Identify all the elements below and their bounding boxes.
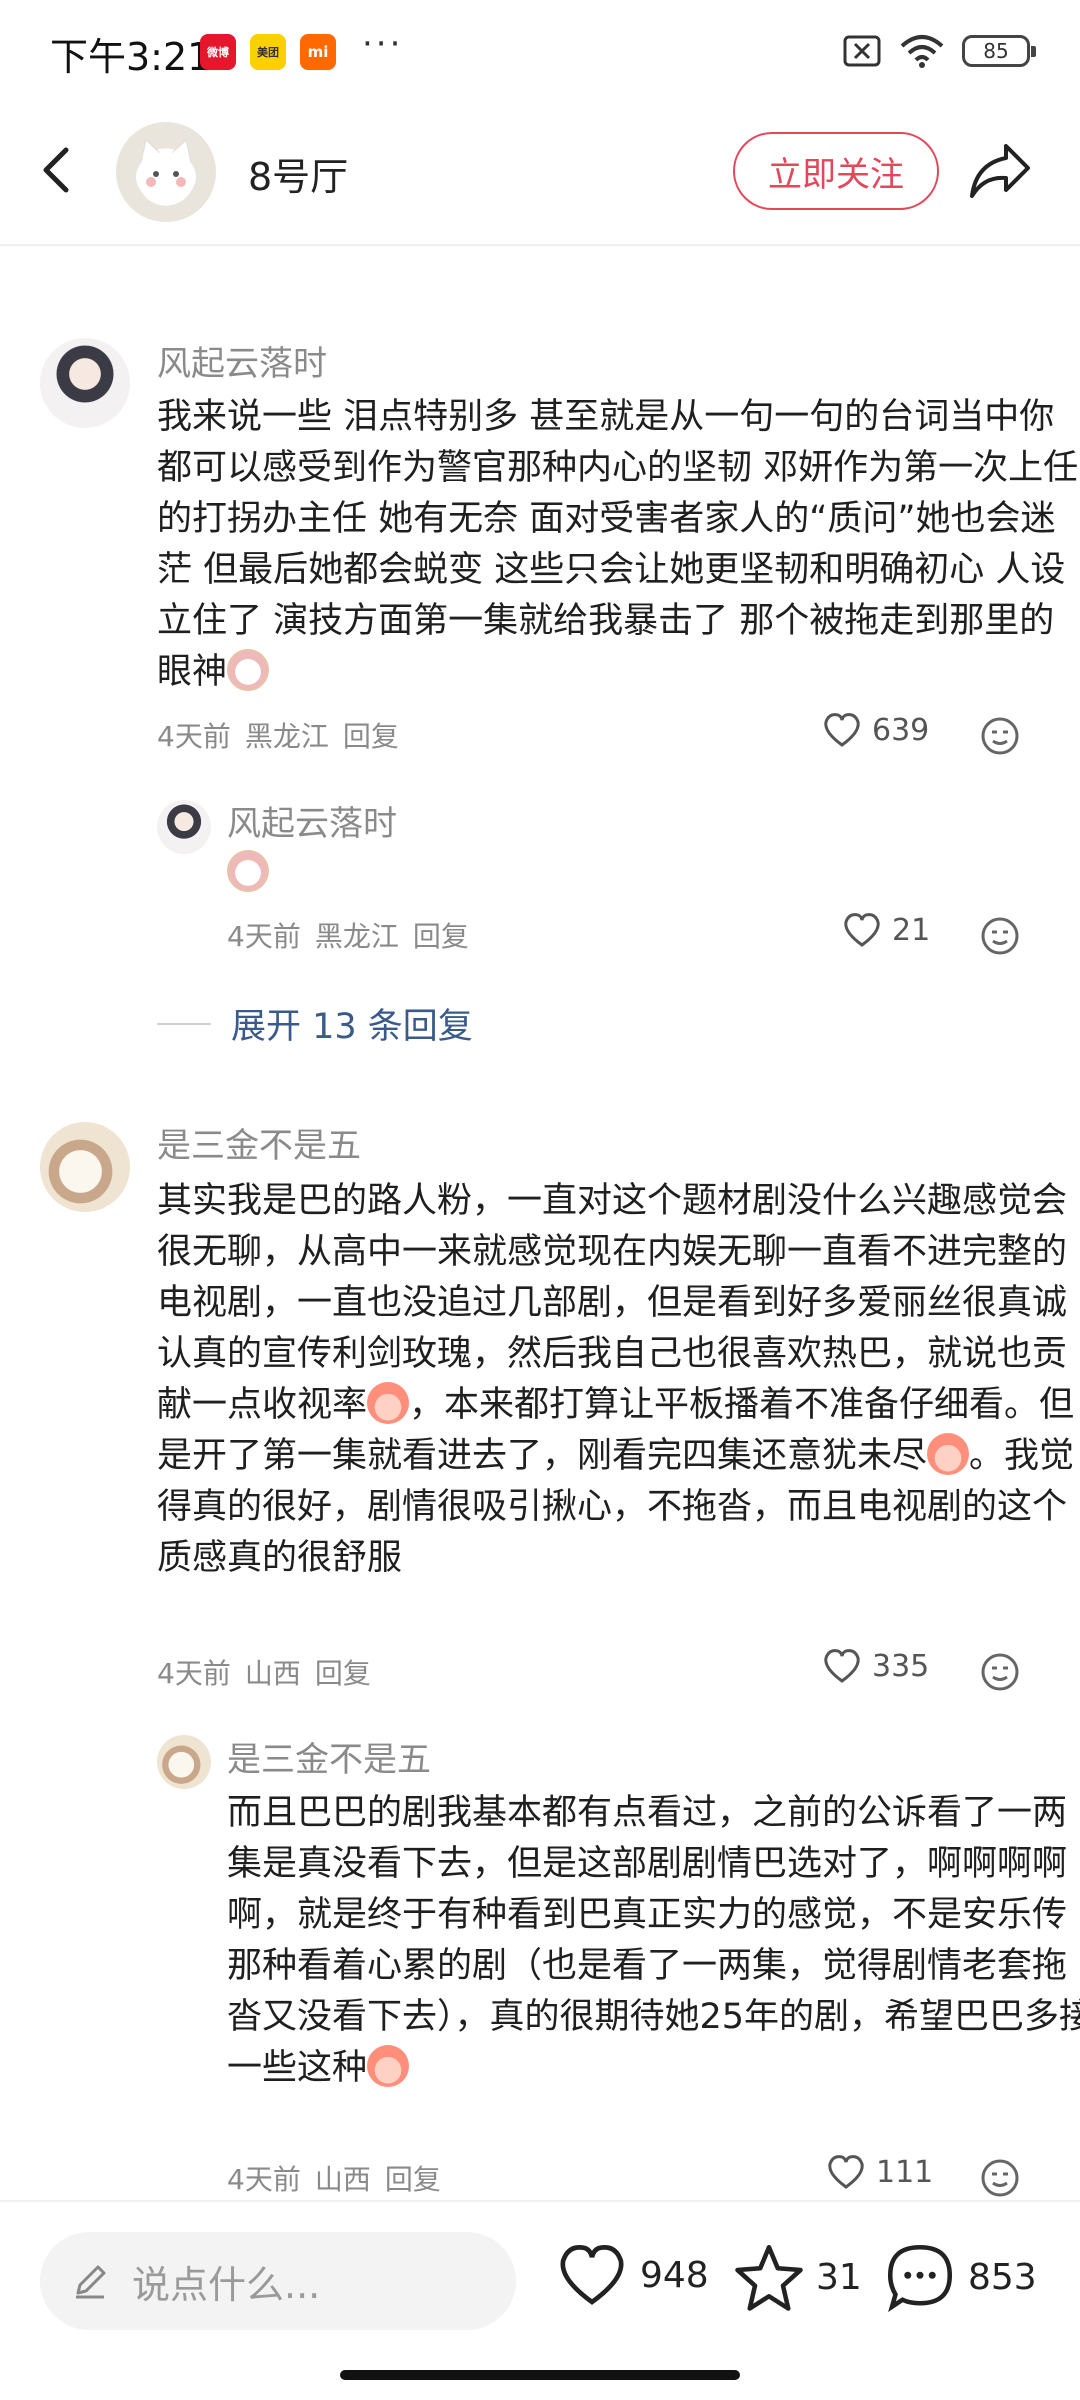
reply-location: 黑龙江 xyxy=(314,920,399,953)
wifi-icon xyxy=(900,35,944,68)
expand-replies-label: 展开 13 条回复 xyxy=(231,1007,473,1047)
favorite-button[interactable]: 31 xyxy=(734,2242,862,2312)
comment-time: 4天前 xyxy=(157,720,231,753)
home-indicator[interactable] xyxy=(340,2370,740,2380)
more-notifications-icon: ··· xyxy=(362,24,404,64)
divider xyxy=(157,1022,211,1025)
reply-button[interactable]: 回复 xyxy=(315,1657,371,1690)
emoji-reaction-icon[interactable] xyxy=(980,716,1020,756)
comment-input-placeholder: 说点什么... xyxy=(132,2262,321,2307)
comment-text: 我来说一些 泪点特别多 甚至就是从一句一句的台词当中你都可以感受到作为警官那种内… xyxy=(157,392,1080,698)
crying-peach-emoji-icon xyxy=(367,2045,410,2087)
comment-text-content: 我来说一些 泪点特别多 甚至就是从一句一句的台词当中你都可以感受到作为警官那种内… xyxy=(157,397,1079,692)
replier-avatar[interactable] xyxy=(157,800,211,854)
chat-bubble-icon xyxy=(887,2244,953,2312)
comment-count: 853 xyxy=(968,2256,1037,2298)
reply-time: 4天前 xyxy=(227,920,301,953)
heart-icon xyxy=(560,2245,624,2305)
like-button[interactable]: 21 xyxy=(842,912,930,948)
status-time: 下午3:21 xyxy=(50,35,212,79)
weibo-icon: 微博 xyxy=(200,34,236,70)
like-count: 639 xyxy=(872,712,930,748)
crying-peach-emoji-icon xyxy=(927,1433,970,1475)
comment-meta: 4天前 黑龙江 回复 xyxy=(157,715,413,755)
reply-button[interactable]: 回复 xyxy=(385,2163,441,2196)
cat-avatar-icon xyxy=(136,139,196,202)
comment-text: 其实我是巴的路人粉，一直对这个题材剧没什么兴趣感觉会很无聊，从高中一来就感觉现在… xyxy=(157,1176,1080,1584)
page-title: 8号厅 xyxy=(248,155,349,199)
meituan-icon: 美团 xyxy=(250,34,286,70)
expand-replies-button[interactable]: 展开 13 条回复 xyxy=(157,998,473,1049)
heart-icon xyxy=(828,2155,864,2189)
crying-cat-emoji-icon xyxy=(227,649,270,691)
emoji-reaction-icon[interactable] xyxy=(980,1652,1020,1692)
like-post-button[interactable]: 948 xyxy=(556,2242,709,2308)
reply-text xyxy=(227,850,269,892)
account-avatar[interactable] xyxy=(116,122,216,222)
replier-avatar[interactable] xyxy=(157,1735,211,1789)
commenter-avatar[interactable] xyxy=(40,338,130,428)
sim-off-icon xyxy=(843,35,881,67)
reply-username[interactable]: 是三金不是五 xyxy=(227,1732,431,1781)
bottom-bar: 说点什么... 948 31 853 xyxy=(0,2200,1080,2400)
crying-cat-emoji-icon xyxy=(227,850,269,892)
comment-username[interactable]: 是三金不是五 xyxy=(157,1118,361,1167)
reply-text: 而且巴巴的剧我基本都有点看过，之前的公诉看了一两集是真没看下去，但是这部剧剧情巴… xyxy=(227,1788,1080,2094)
back-button[interactable] xyxy=(30,140,90,200)
header: 8号厅 立即关注 xyxy=(0,100,1080,246)
heart-icon xyxy=(844,913,880,947)
comment-username[interactable]: 风起云落时 xyxy=(157,336,327,385)
reply-username[interactable]: 风起云落时 xyxy=(227,796,397,845)
reply-button[interactable]: 回复 xyxy=(413,920,469,953)
star-icon xyxy=(735,2244,803,2311)
heart-icon xyxy=(824,1649,860,1683)
favorite-count: 31 xyxy=(816,2256,862,2298)
heart-icon xyxy=(824,713,860,747)
battery-indicator: 85 xyxy=(962,35,1036,67)
reply-time: 4天前 xyxy=(227,2163,301,2196)
post-like-count: 948 xyxy=(640,2254,709,2296)
comments-button[interactable]: 853 xyxy=(884,2242,1037,2312)
emoji-reaction-icon[interactable] xyxy=(980,2158,1020,2198)
mi-icon: mi xyxy=(300,34,336,70)
like-button[interactable]: 639 xyxy=(822,712,929,748)
share-button[interactable] xyxy=(966,138,1034,204)
reply-location: 山西 xyxy=(314,2163,371,2196)
comment-location: 山西 xyxy=(244,1657,301,1690)
reply-meta: 4天前 黑龙江 回复 xyxy=(227,915,483,955)
comment-time: 4天前 xyxy=(157,1657,231,1690)
comment-meta: 4天前 山西 回复 xyxy=(157,1652,385,1692)
reply-text-content: 而且巴巴的剧我基本都有点看过，之前的公诉看了一两集是真没看下去，但是这部剧剧情巴… xyxy=(227,1793,1080,2088)
emoji-reaction-icon[interactable] xyxy=(980,916,1020,956)
like-button[interactable]: 111 xyxy=(826,2154,933,2190)
crying-peach-emoji-icon xyxy=(367,1382,410,1424)
like-button[interactable]: 335 xyxy=(822,1648,929,1684)
comment-input[interactable]: 说点什么... xyxy=(40,2232,516,2330)
reply-button[interactable]: 回复 xyxy=(343,720,399,753)
comment-location: 黑龙江 xyxy=(244,720,329,753)
like-count: 335 xyxy=(872,1648,930,1684)
follow-button[interactable]: 立即关注 xyxy=(733,132,939,210)
status-bar: 下午3:21 微博 美团 mi ··· 85 xyxy=(0,0,1080,100)
pencil-icon xyxy=(76,2265,106,2299)
reply-meta: 4天前 山西 回复 xyxy=(227,2158,455,2198)
like-count: 111 xyxy=(876,2154,934,2190)
like-count: 21 xyxy=(892,912,931,948)
commenter-avatar[interactable] xyxy=(40,1122,130,1212)
